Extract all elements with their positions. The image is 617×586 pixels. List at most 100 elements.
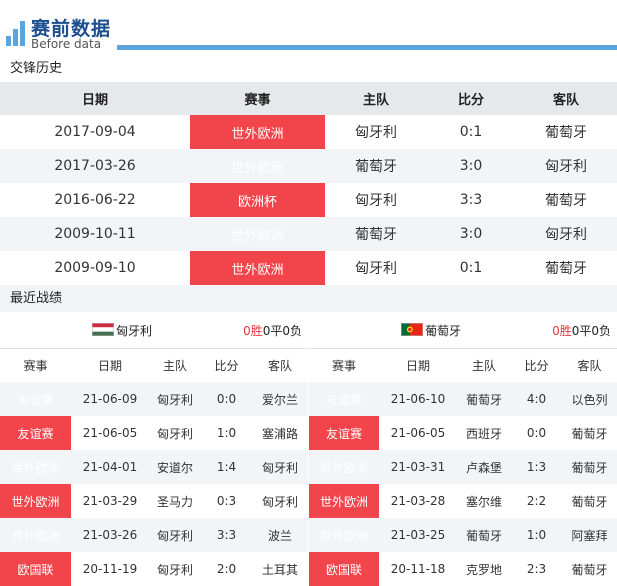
away-team[interactable]: 匈牙利 xyxy=(515,217,617,251)
home-team[interactable]: 西班牙 xyxy=(457,416,511,450)
away-team[interactable]: 葡萄牙 xyxy=(515,183,617,217)
col-score: 比分 xyxy=(427,82,515,115)
table-row: 友谊赛 21-06-09 匈牙利 0:0 爱尔兰 xyxy=(0,382,308,416)
competition-badge[interactable]: 世外欧洲 xyxy=(309,484,379,518)
competition-badge[interactable]: 友谊赛 xyxy=(0,382,71,416)
competition-badge[interactable]: 欧国联 xyxy=(0,552,71,586)
away-team[interactable]: 波兰 xyxy=(252,518,308,552)
match-score[interactable]: 0:1 xyxy=(427,251,515,285)
match-date: 20-11-19 xyxy=(82,562,138,576)
table-row: 世外欧洲 21-03-26 匈牙利 3:3 波兰 xyxy=(0,518,308,552)
competition-badge[interactable]: 世外欧洲 xyxy=(309,450,379,484)
match-score[interactable]: 0:0 xyxy=(201,382,252,416)
away-team[interactable]: 匈牙利 xyxy=(252,484,308,518)
away-team[interactable]: 葡萄牙 xyxy=(515,251,617,285)
match-score[interactable]: 0:0 xyxy=(511,416,562,450)
competition-badge[interactable]: 世外欧洲 xyxy=(0,518,71,552)
col-date: 日期 xyxy=(71,349,149,382)
away-team[interactable]: 葡萄牙 xyxy=(562,416,617,450)
home-team[interactable]: 匈牙利 xyxy=(149,416,201,450)
col-competition: 赛事 xyxy=(190,82,325,115)
table-row: 2017-09-04 世外欧洲 匈牙利 0:1 葡萄牙 xyxy=(0,115,617,149)
competition-badge[interactable]: 世外欧洲 xyxy=(0,484,71,518)
home-team[interactable]: 安道尔 xyxy=(149,450,201,484)
home-team[interactable]: 克罗地 xyxy=(457,552,511,586)
competition-badge[interactable]: 世外欧洲 xyxy=(190,251,325,285)
match-score[interactable]: 1:0 xyxy=(511,518,562,552)
h2h-header-row: 日期 赛事 主队 比分 客队 xyxy=(0,82,617,115)
table-row: 世外欧洲 21-03-25 葡萄牙 1:0 阿塞拜 xyxy=(309,518,617,552)
competition-badge[interactable]: 世外欧洲 xyxy=(309,518,379,552)
team-name[interactable]: 葡萄牙 xyxy=(425,322,461,339)
col-competition: 赛事 xyxy=(0,349,71,382)
competition-badge[interactable]: 友谊赛 xyxy=(309,382,379,416)
competition-badge[interactable]: 友谊赛 xyxy=(309,416,379,450)
table-row: 友谊赛 21-06-05 西班牙 0:0 葡萄牙 xyxy=(309,416,617,450)
match-score[interactable]: 3:0 xyxy=(427,217,515,251)
match-date: 21-06-10 xyxy=(379,382,457,416)
match-score[interactable]: 0:1 xyxy=(427,115,515,149)
competition-badge[interactable]: 欧洲杯 xyxy=(190,183,325,217)
home-team[interactable]: 匈牙利 xyxy=(325,115,427,149)
draws-count: 0平 xyxy=(262,324,283,338)
home-team[interactable]: 葡萄牙 xyxy=(457,518,511,552)
competition-badge[interactable]: 世外欧洲 xyxy=(190,149,325,183)
match-score[interactable]: 3:3 xyxy=(427,183,515,217)
home-team[interactable]: 葡萄牙 xyxy=(325,217,427,251)
away-team[interactable]: 阿塞拜 xyxy=(562,518,617,552)
home-team[interactable]: 匈牙利 xyxy=(149,552,201,586)
competition-badge[interactable]: 世外欧洲 xyxy=(0,450,71,484)
away-team[interactable]: 塞浦路 xyxy=(252,416,308,450)
competition-badge[interactable]: 欧国联 xyxy=(309,552,379,586)
home-team[interactable]: 葡萄牙 xyxy=(457,382,511,416)
recent-section-title: 最近战绩 xyxy=(0,285,617,312)
match-score[interactable]: 2:0 xyxy=(201,552,252,586)
match-date: 2017-09-04 xyxy=(54,124,136,140)
home-team[interactable]: 塞尔维 xyxy=(457,484,511,518)
draws-count: 0平 xyxy=(571,324,592,338)
competition-badge[interactable]: 世外欧洲 xyxy=(190,115,325,149)
match-date: 21-03-31 xyxy=(379,450,457,484)
away-team[interactable]: 葡萄牙 xyxy=(562,552,617,586)
competition-badge[interactable]: 友谊赛 xyxy=(0,416,71,450)
table-row: 2016-06-22 欧洲杯 匈牙利 3:3 葡萄牙 xyxy=(0,183,617,217)
away-team[interactable]: 葡萄牙 xyxy=(562,484,617,518)
match-score[interactable]: 3:0 xyxy=(427,149,515,183)
table-row: 2017-03-26 世外欧洲 葡萄牙 3:0 匈牙利 xyxy=(0,149,617,183)
match-score[interactable]: 1:0 xyxy=(201,416,252,450)
away-team[interactable]: 爱尔兰 xyxy=(252,382,308,416)
home-team[interactable]: 匈牙利 xyxy=(325,251,427,285)
home-team[interactable]: 卢森堡 xyxy=(457,450,511,484)
team-header: 葡萄牙 0胜0平0负 xyxy=(309,312,617,349)
recent-header-row: 赛事 日期 主队 比分 客队 xyxy=(0,349,308,382)
match-score[interactable]: 1:3 xyxy=(511,450,562,484)
team-name[interactable]: 匈牙利 xyxy=(116,322,152,339)
match-date: 21-06-05 xyxy=(390,426,446,440)
away-team[interactable]: 葡萄牙 xyxy=(515,115,617,149)
away-team[interactable]: 葡萄牙 xyxy=(562,450,617,484)
match-score[interactable]: 2:3 xyxy=(511,552,562,586)
recent-table: 赛事 日期 主队 比分 客队 友谊赛 21-06-10 葡萄牙 4:0 以色列 xyxy=(309,349,617,586)
match-date: 21-03-26 xyxy=(71,518,149,552)
match-score[interactable]: 3:3 xyxy=(201,518,252,552)
match-score[interactable]: 0:3 xyxy=(201,484,252,518)
competition-badge[interactable]: 世外欧洲 xyxy=(190,217,325,251)
match-score[interactable]: 4:0 xyxy=(511,382,562,416)
match-date: 21-03-29 xyxy=(82,494,138,508)
home-team[interactable]: 葡萄牙 xyxy=(325,149,427,183)
match-score[interactable]: 1:4 xyxy=(201,450,252,484)
home-team[interactable]: 匈牙利 xyxy=(149,382,201,416)
home-team[interactable]: 匈牙利 xyxy=(149,518,201,552)
away-team[interactable]: 以色列 xyxy=(562,382,617,416)
col-score: 比分 xyxy=(511,349,562,382)
away-team[interactable]: 土耳其 xyxy=(252,552,308,586)
table-row: 欧国联 20-11-19 匈牙利 2:0 土耳其 xyxy=(0,552,308,586)
match-date: 2017-03-26 xyxy=(0,149,190,183)
home-team[interactable]: 匈牙利 xyxy=(325,183,427,217)
col-competition: 赛事 xyxy=(309,349,379,382)
match-date: 20-11-18 xyxy=(390,562,446,576)
match-score[interactable]: 2:2 xyxy=(511,484,562,518)
home-team[interactable]: 圣马力 xyxy=(149,484,201,518)
away-team[interactable]: 匈牙利 xyxy=(515,149,617,183)
away-team[interactable]: 匈牙利 xyxy=(252,450,308,484)
